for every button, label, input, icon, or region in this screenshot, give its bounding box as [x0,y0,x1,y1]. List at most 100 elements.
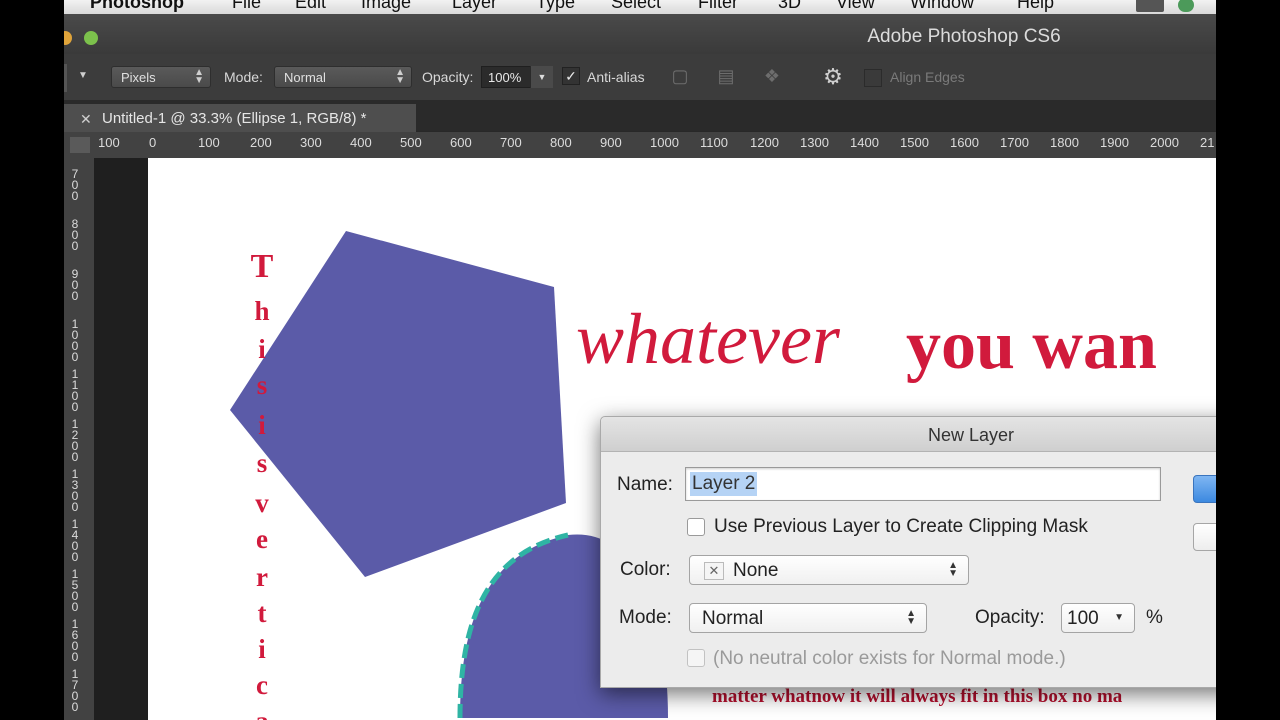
vertical-text-char: t [257,598,267,628]
menu-bar: Photoshop File Edit Image Layer Type Sel… [64,0,1216,14]
window-title: Adobe Photoshop CS6 [867,26,1061,47]
mode-label: Mode: [224,69,263,85]
vertical-text-char: r [256,562,268,592]
vertical-text-char: h [254,296,270,326]
color-select-value: None [733,560,779,581]
menu-select[interactable]: Select [611,0,661,13]
horizontal-ruler-label: 200 [250,135,272,150]
vertical-text-char: s [256,370,268,400]
headline-italic-text[interactable]: whatever [576,298,840,381]
mode-select[interactable]: Normal ▲ ▼ [274,66,412,88]
cancel-button[interactable] [1193,523,1216,551]
opacity-unit: % [1146,607,1163,628]
path-operations-icon[interactable]: ▢ [668,64,692,88]
horizontal-ruler-label: 1900 [1100,135,1129,150]
units-select[interactable]: Pixels ▲ ▼ [111,66,211,88]
pentagon-shape[interactable] [230,231,566,577]
vertical-ruler-label: 800 [71,217,79,253]
menu-3d[interactable]: 3D [778,0,801,13]
status-menu-icon[interactable] [1178,0,1194,12]
horizontal-ruler-label: 100 [98,135,120,150]
screen-capture-icon[interactable] [1136,0,1164,12]
horizontal-ruler-label: 500 [400,135,422,150]
vertical-text-char: i [258,634,266,664]
horizontal-ruler-label: 600 [450,135,472,150]
horizontal-ruler-label: 100 [198,135,220,150]
menu-layer[interactable]: Layer [452,0,497,13]
vertical-text-char: v [255,488,269,518]
vertical-text-char: T [250,248,274,285]
headline-bold-text[interactable]: you wan [906,306,1157,386]
units-select-value: Pixels [121,70,156,85]
zoom-button[interactable] [84,31,98,45]
antialias-checkbox[interactable]: ✓ [562,67,580,85]
vertical-ruler-label: 700 [71,167,79,203]
layer-name-input[interactable]: Layer 2 [685,467,1161,501]
vertical-ruler-label: 1100 [71,367,79,414]
align-edges-checkbox[interactable] [864,69,882,87]
vertical-ruler-label: 1300 [71,467,79,514]
vertical-ruler-label: 1400 [71,517,79,564]
horizontal-ruler-label: 900 [600,135,622,150]
horizontal-ruler-label: 1100 [700,135,728,150]
neutral-color-checkbox[interactable] [687,649,705,667]
horizontal-ruler-label: 1400 [850,135,879,150]
clipping-mask-checkbox[interactable] [687,518,705,536]
align-edges-label: Align Edges [890,69,965,85]
photoshop-window: Photoshop File Edit Image Layer Type Sel… [64,0,1216,720]
horizontal-ruler-label: 1800 [1050,135,1079,150]
horizontal-ruler-label: 0 [149,135,157,150]
document-tab-title: Untitled-1 @ 33.3% (Ellipse 1, RGB/8) * [102,110,367,127]
horizontal-ruler-label: 21 [1200,135,1215,150]
mode-select[interactable]: Normal ▲ ▼ [689,603,927,633]
dialog-titlebar[interactable]: New Layer [601,417,1216,452]
horizontal-ruler-label: 800 [550,135,572,150]
paragraph-box-text[interactable]: matter whatnow it will always fit in thi… [712,686,1122,708]
horizontal-ruler[interactable] [64,132,1216,158]
horizontal-ruler-label: 700 [500,135,522,150]
menu-app-photoshop[interactable]: Photoshop [90,0,184,13]
close-icon[interactable]: ✕ [80,111,92,128]
vertical-text-char: e [256,524,268,554]
menu-window[interactable]: Window [910,0,974,13]
stepper-arrows-icon: ▲ ▼ [194,67,204,86]
stepper-arrows-icon: ▲ ▼ [906,608,916,627]
vertical-ruler-label: 1600 [71,617,79,664]
name-label: Name: [617,474,673,495]
opacity-input[interactable]: 100 ▼ [1061,603,1135,633]
clipping-mask-label: Use Previous Layer to Create Clipping Ma… [714,516,1088,537]
stepper-arrows-icon: ▲ ▼ [948,560,958,579]
horizontal-ruler-label: 1300 [800,135,829,150]
chevron-down-icon[interactable]: ▼ [78,70,88,81]
vertical-ruler-label: 1700 [71,667,79,714]
menu-type[interactable]: Type [536,0,575,13]
vertical-ruler-label: 1000 [71,317,79,364]
vertical-ruler-label: 1500 [71,567,79,614]
horizontal-ruler-label: 1000 [650,135,679,150]
path-alignment-icon[interactable]: ▤ [714,64,738,88]
vertical-text-char: c [256,670,268,700]
new-layer-dialog: New Layer Name: Layer 2 Use Previous Lay… [600,416,1216,688]
horizontal-ruler-label: 1500 [900,135,929,150]
opacity-label: Opacity: [975,607,1045,628]
horizontal-ruler-label: 2000 [1150,135,1179,150]
tool-preset-picker[interactable] [64,64,67,92]
opacity-dropdown-button[interactable]: ▼ [530,66,553,88]
color-select[interactable]: ✕ None ▲ ▼ [689,555,969,585]
vertical-text-char: i [258,334,266,364]
path-arrangement-icon[interactable]: ❖ [760,64,784,88]
menu-file[interactable]: File [232,0,261,13]
menu-view[interactable]: View [836,0,875,13]
menu-filter[interactable]: Filter [698,0,738,13]
gear-icon[interactable]: ⚙ [820,64,846,90]
color-label: Color: [620,559,671,580]
horizontal-ruler-label: 1200 [750,135,779,150]
vertical-ruler-label: 1200 [71,417,79,464]
mode-select-value: Normal [284,70,326,85]
vertical-text-char: s [256,448,268,478]
menu-image[interactable]: Image [361,0,411,13]
menu-edit[interactable]: Edit [295,0,326,13]
video-letterbox-left [0,0,64,720]
menu-help[interactable]: Help [1017,0,1054,13]
ok-button[interactable] [1193,475,1216,503]
